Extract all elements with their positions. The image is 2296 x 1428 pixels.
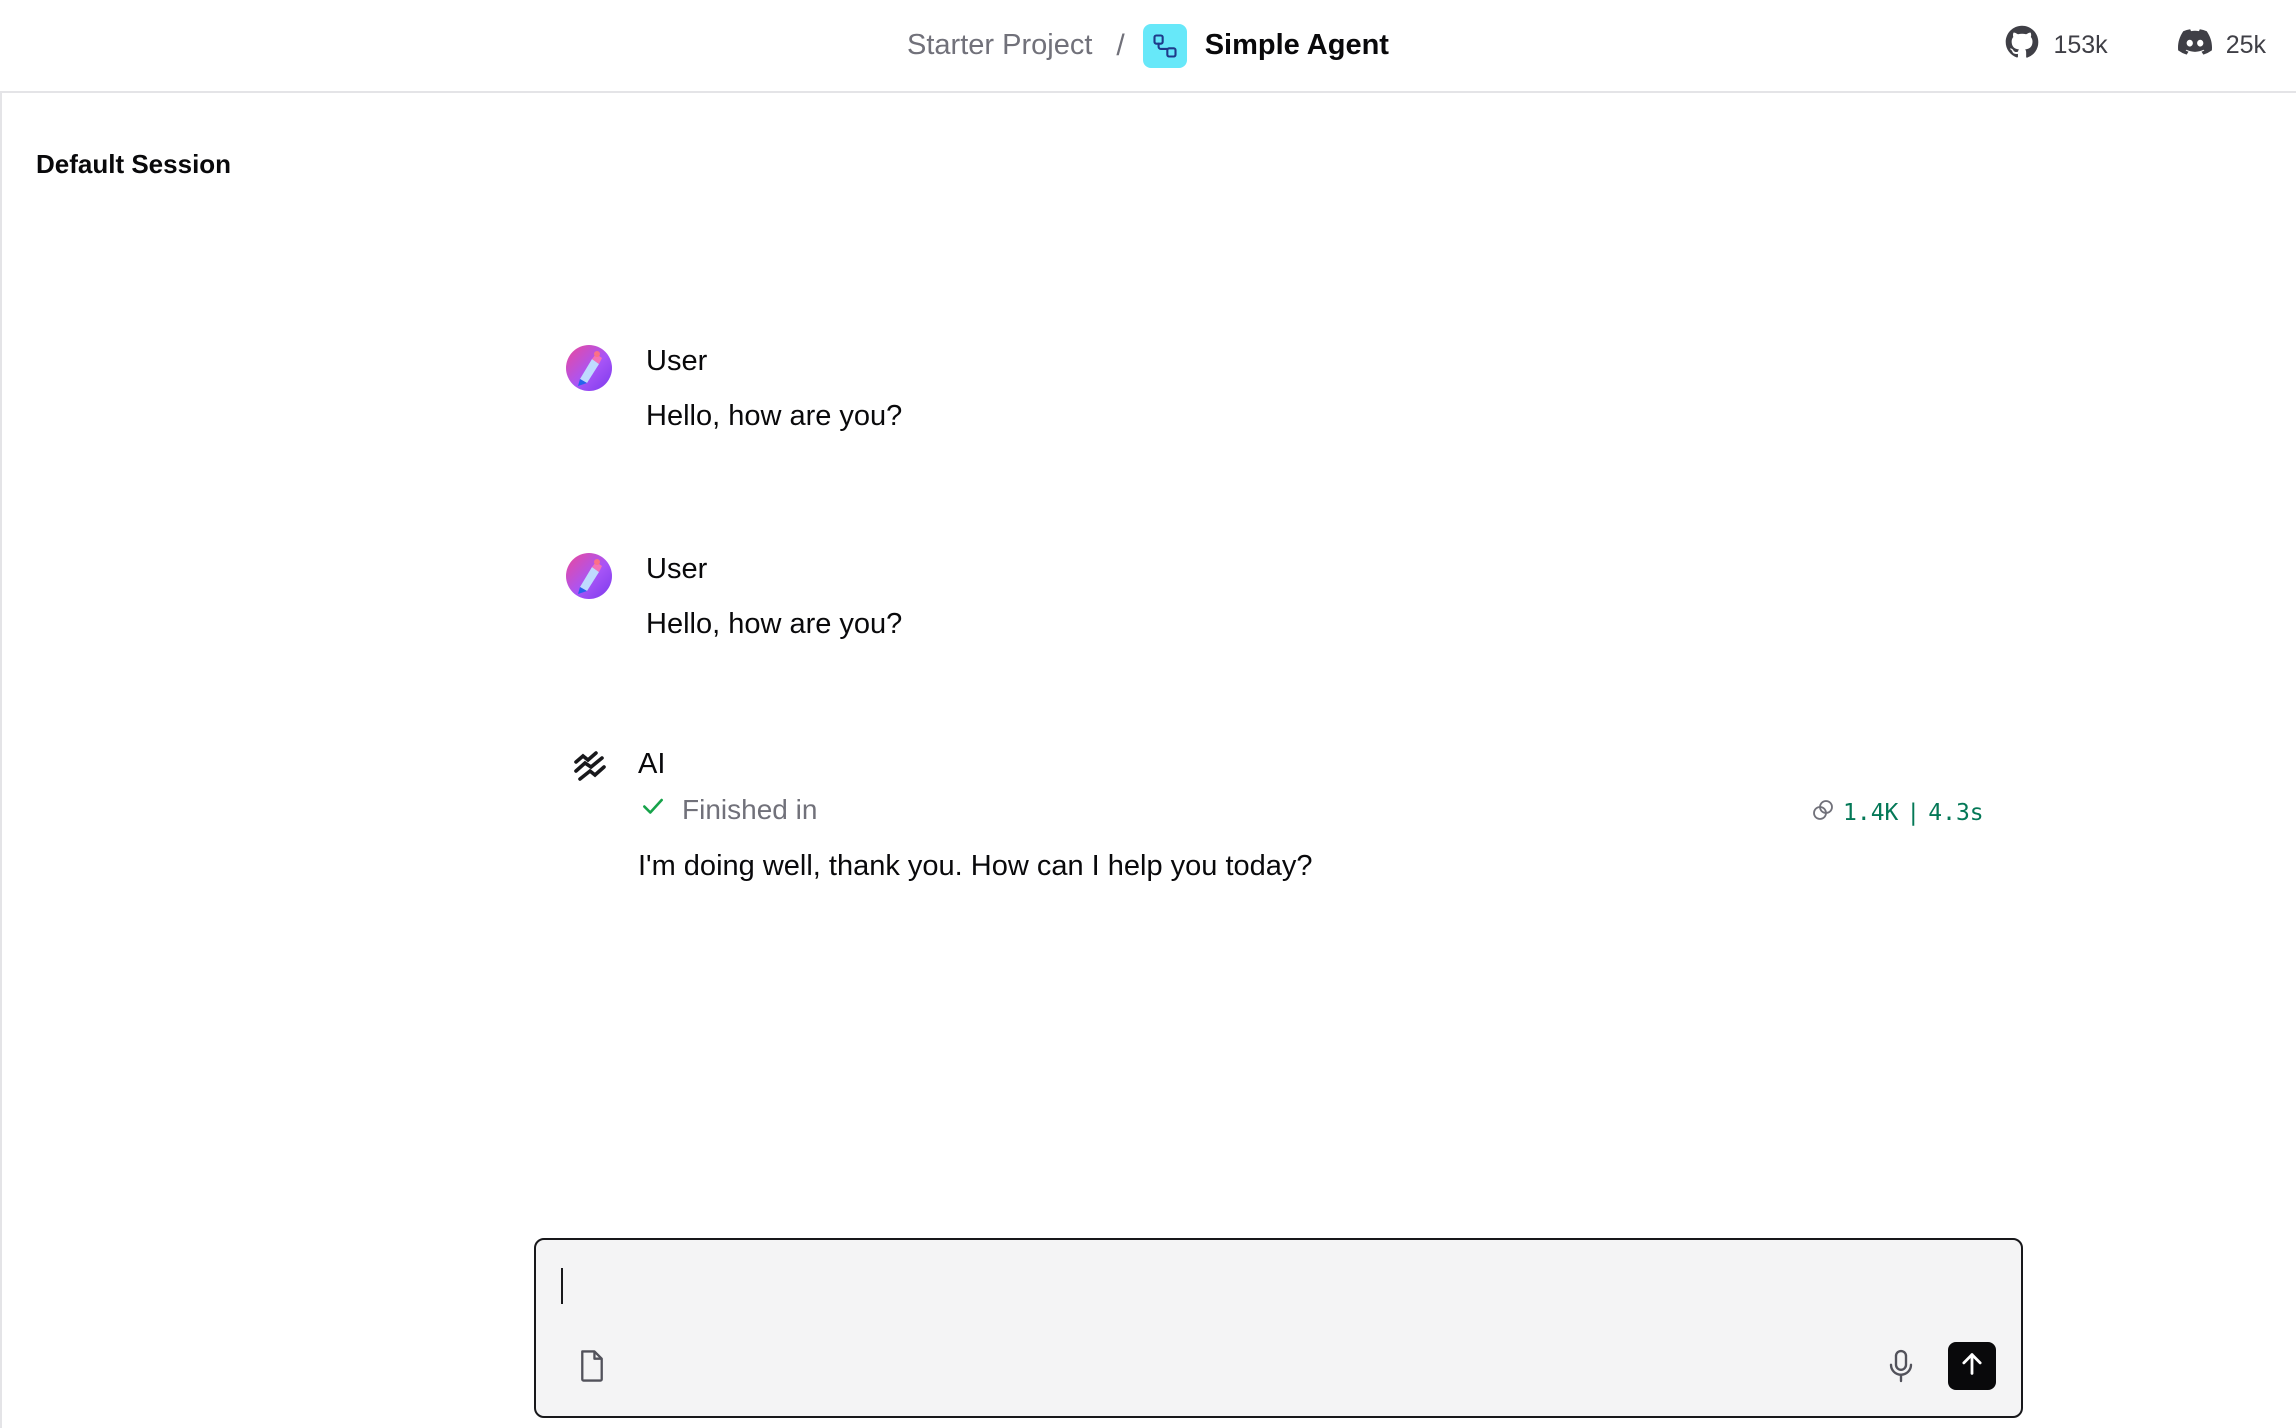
message-sender: AI [638,748,666,780]
chat-input-box [534,1238,2023,1418]
meta-separator: | [1906,800,1921,826]
user-avatar [566,553,612,599]
token-count: 1.4K [1843,800,1899,826]
breadcrumb: Starter Project / Simple Agent [0,0,2296,91]
header-links: 153k 25k [2005,0,2296,91]
text-caret [561,1268,563,1304]
message-text: Hello, how are you? [646,608,903,640]
check-icon [640,793,666,826]
user-avatar [566,345,612,391]
breadcrumb-flow-name[interactable]: Simple Agent [1205,29,1389,62]
send-button[interactable] [1948,1342,1996,1390]
top-header: Starter Project / Simple Agent 153k 25k [0,0,2296,93]
breadcrumb-project[interactable]: Starter Project [907,29,1092,62]
breadcrumb-separator: / [1116,28,1125,62]
chat-message-ai: AI Finished in 1.4K | 4.3s I'm doing wel… [566,745,1996,895]
message-text: I'm doing well, thank you. How can I hel… [638,850,1313,882]
discord-link[interactable]: 25k [2177,25,2266,66]
chat-input[interactable] [558,1260,1998,1310]
status-text: Finished in [682,793,818,825]
file-icon [577,1349,607,1388]
message-sender: User [646,345,708,377]
attach-file-button[interactable] [572,1346,612,1390]
github-link[interactable]: 153k [2005,25,2108,66]
session-title: Default Session [36,149,232,179]
github-icon [2005,25,2039,66]
arrow-up-icon [1958,1350,1986,1383]
token-coin-icon [1811,798,1835,828]
message-sender: User [646,553,708,585]
message-meta[interactable]: 1.4K | 4.3s [1811,798,1984,828]
microphone-icon [1886,1348,1916,1389]
discord-members: 25k [2225,31,2266,59]
message-text: Hello, how are you? [646,400,903,432]
discord-icon [2177,25,2212,66]
voice-input-button[interactable] [1881,1346,1921,1390]
ai-logo-icon [572,749,608,785]
github-stars: 153k [2053,31,2108,59]
flow-icon [1142,23,1187,68]
duration: 4.3s [1928,800,1984,826]
status-row: Finished in [640,793,817,826]
